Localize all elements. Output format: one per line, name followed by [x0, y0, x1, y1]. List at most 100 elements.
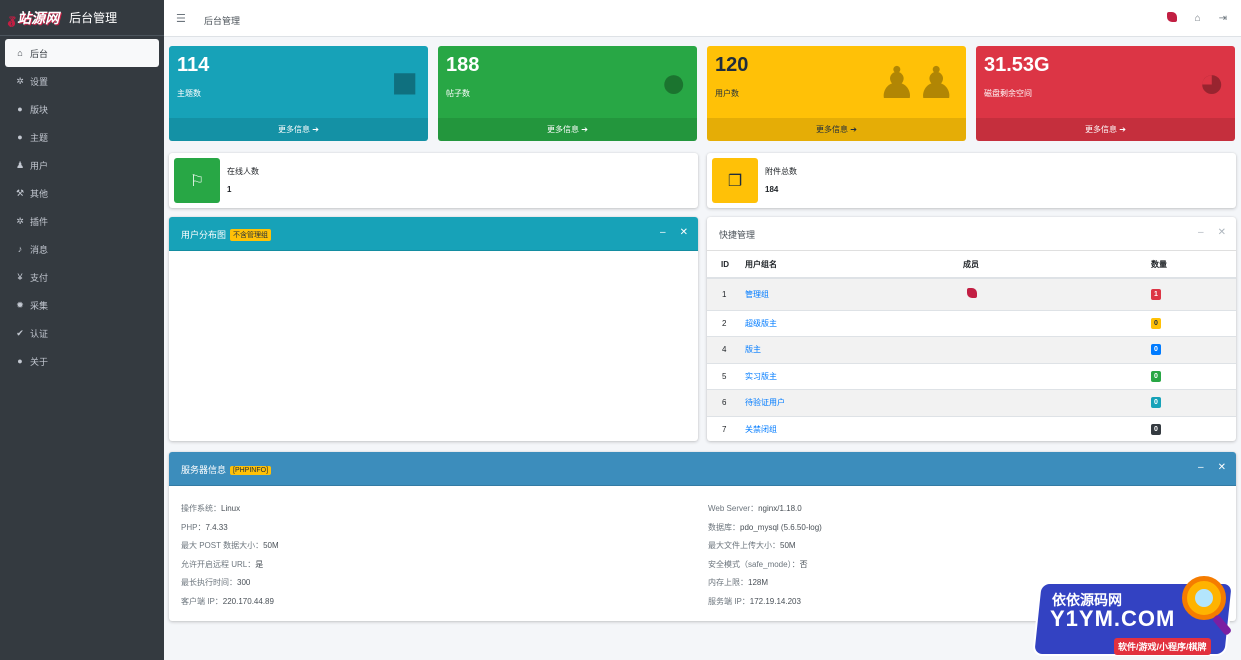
attachments-box: ❐ 附件总数 184 — [707, 153, 1236, 208]
server-info-row: 服务端 IP：172.19.14.203 — [708, 596, 801, 607]
table-row: 7 关禁闭组 0 — [707, 415, 1236, 441]
copy-icon: ❐ — [712, 158, 758, 203]
collapse-icon[interactable]: – — [660, 227, 666, 238]
breadcrumb[interactable]: 后台管理 — [204, 14, 240, 27]
stat-value: 120 — [715, 54, 749, 76]
group-name-link[interactable]: 待验证用户 — [745, 398, 785, 407]
sidebar-item-6[interactable]: ✲ 插件 — [5, 207, 159, 235]
sidebar-item-label: 插件 — [30, 216, 49, 227]
menu-toggle-icon[interactable]: ☰ — [176, 12, 186, 25]
close-icon[interactable]: ✕ — [680, 227, 688, 238]
server-info-value: 否 — [799, 559, 808, 569]
sidebar-item-4[interactable]: ♟ 用户 — [5, 151, 159, 179]
server-info-value: pdo_mysql (5.6.50-log) — [740, 522, 822, 532]
server-info-key: 允许开启远程 URL： — [181, 559, 256, 569]
member-avatar-icon[interactable] — [967, 288, 977, 299]
home-icon[interactable]: ⌂ — [1195, 13, 1201, 24]
server-info-value: 50M — [780, 541, 796, 551]
phpinfo-link[interactable]: [PHPINFO] — [230, 466, 272, 475]
online-users-box: ⚐ 在线人数 1 — [169, 153, 698, 208]
home-icon: ⌂ — [17, 48, 23, 58]
card-title: 用户分布图 不含管理组 — [181, 228, 272, 241]
server-info-key: PHP： — [181, 522, 206, 532]
cogs-icon: ✲ — [16, 215, 24, 226]
server-info-key: 内存上限： — [708, 578, 748, 588]
close-icon[interactable]: ✕ — [1218, 462, 1226, 473]
watermark-badge: 依依源码网 Y1YM.COM 软件/游戏/小程序/棋牌 — [1022, 572, 1241, 660]
table-row: 6 待验证用户 0 — [707, 389, 1236, 416]
users-icon: ♟♟ — [877, 59, 956, 108]
server-info-key: Web Server： — [708, 504, 759, 513]
group-name-link[interactable]: 关禁闭组 — [745, 425, 777, 434]
stat-box: 120 用户数 ♟♟ 更多信息 ➔ — [707, 46, 966, 141]
server-info-row: 安全模式（safe_mode）：否 — [708, 559, 808, 570]
more-info-link[interactable]: 更多信息 ➔ — [438, 118, 697, 141]
server-info-value: 是 — [255, 559, 264, 569]
count-badge: 0 — [1151, 344, 1161, 356]
watermark-line3: 软件/游戏/小程序/棋牌 — [1114, 638, 1211, 655]
comment-icon: ● — [17, 104, 23, 114]
close-icon[interactable]: ✕ — [1218, 227, 1226, 238]
group-name-link[interactable]: 超级版主 — [745, 319, 777, 328]
sidebar-item-5[interactable]: ⚒ 其他 — [5, 179, 159, 207]
count-badge: 0 — [1151, 317, 1161, 329]
group-name-link[interactable]: 实习版主 — [745, 372, 777, 381]
comment-icon: ■ — [391, 58, 418, 107]
more-info-link[interactable]: 更多信息 ➔ — [169, 118, 428, 141]
sidebar-item-label: 消息 — [30, 244, 49, 255]
sidebar-item-1[interactable]: ✲ 设置 — [5, 67, 159, 95]
count-badge: 0 — [1151, 397, 1161, 409]
magnifier-icon — [1182, 576, 1226, 620]
stat-label: 帖子数 — [446, 89, 470, 98]
sidebar-item-2[interactable]: ● 版块 — [5, 95, 159, 123]
server-info-key: 安全模式（safe_mode）： — [708, 559, 800, 569]
collapse-icon[interactable]: – — [1198, 462, 1204, 473]
sidebar-item-10[interactable]: ✔ 认证 — [5, 319, 159, 347]
comment-icon: ● — [17, 132, 23, 142]
stat-value: 188 — [446, 54, 480, 76]
brand-title: 后台管理 — [69, 11, 118, 25]
spider-icon: ✹ — [16, 299, 24, 310]
group-name-link[interactable]: 管理组 — [745, 290, 769, 299]
col-header: ID — [707, 251, 745, 279]
pie-chart-icon: ◕ — [1198, 58, 1225, 107]
bell-icon: ♪ — [17, 244, 23, 254]
table-row: 1 管理组 1 — [707, 277, 1236, 310]
table-row: 4 版主 0 — [707, 336, 1236, 363]
sidebar-item-label: 后台 — [30, 48, 49, 59]
card-badge: 不含管理组 — [230, 229, 272, 241]
sidebar-item-0[interactable]: ⌂ 后台 — [5, 39, 159, 67]
group-id: 5 — [707, 362, 745, 390]
sidebar-item-8[interactable]: ¥ 支付 — [5, 263, 159, 291]
attachments-value: 184 — [765, 185, 779, 194]
server-info-row: 客户端 IP：220.170.44.89 — [181, 596, 274, 607]
more-info-link[interactable]: 更多信息 ➔ — [707, 118, 966, 141]
server-info-value: Linux — [221, 504, 241, 513]
server-info-key: 客户端 IP： — [181, 597, 223, 606]
sidebar-item-9[interactable]: ✹ 采集 — [5, 291, 159, 319]
server-info-row: 最大文件上传大小：50M — [708, 540, 796, 551]
server-info-row: 允许开启远程 URL：是 — [181, 559, 263, 570]
info-icon: ● — [17, 356, 23, 366]
sidebar-item-label: 设置 — [30, 76, 49, 87]
group-name-link[interactable]: 版主 — [745, 345, 761, 354]
logout-icon[interactable]: ⇥ — [1219, 13, 1227, 24]
more-info-link[interactable]: 更多信息 ➔ — [976, 118, 1235, 141]
server-info-row: Web Server：nginx/1.18.0 — [708, 503, 802, 514]
server-info-key: 最长执行时间： — [181, 578, 237, 588]
sidebar-item-label: 主题 — [30, 132, 49, 143]
brand-logo: ᵹ 站源网 — [8, 10, 60, 27]
count-badge: 0 — [1151, 424, 1161, 435]
table-row: 2 超级版主 0 — [707, 309, 1236, 337]
user-avatar-icon[interactable] — [1166, 12, 1177, 25]
server-info-key: 最大 POST 数据大小： — [181, 541, 264, 551]
group-id: 6 — [707, 389, 745, 416]
sidebar-item-7[interactable]: ♪ 消息 — [5, 235, 159, 263]
collapse-icon[interactable]: – — [1198, 227, 1204, 238]
sidebar-item-label: 支付 — [30, 272, 49, 283]
user-icon: ♟ — [15, 159, 25, 170]
sidebar-item-3[interactable]: ● 主题 — [5, 123, 159, 151]
stat-box: 114 主题数 ■ 更多信息 ➔ — [169, 46, 428, 141]
brand[interactable]: ᵹ 站源网 后台管理 — [0, 0, 164, 36]
sidebar-item-11[interactable]: ● 关于 — [5, 347, 159, 375]
